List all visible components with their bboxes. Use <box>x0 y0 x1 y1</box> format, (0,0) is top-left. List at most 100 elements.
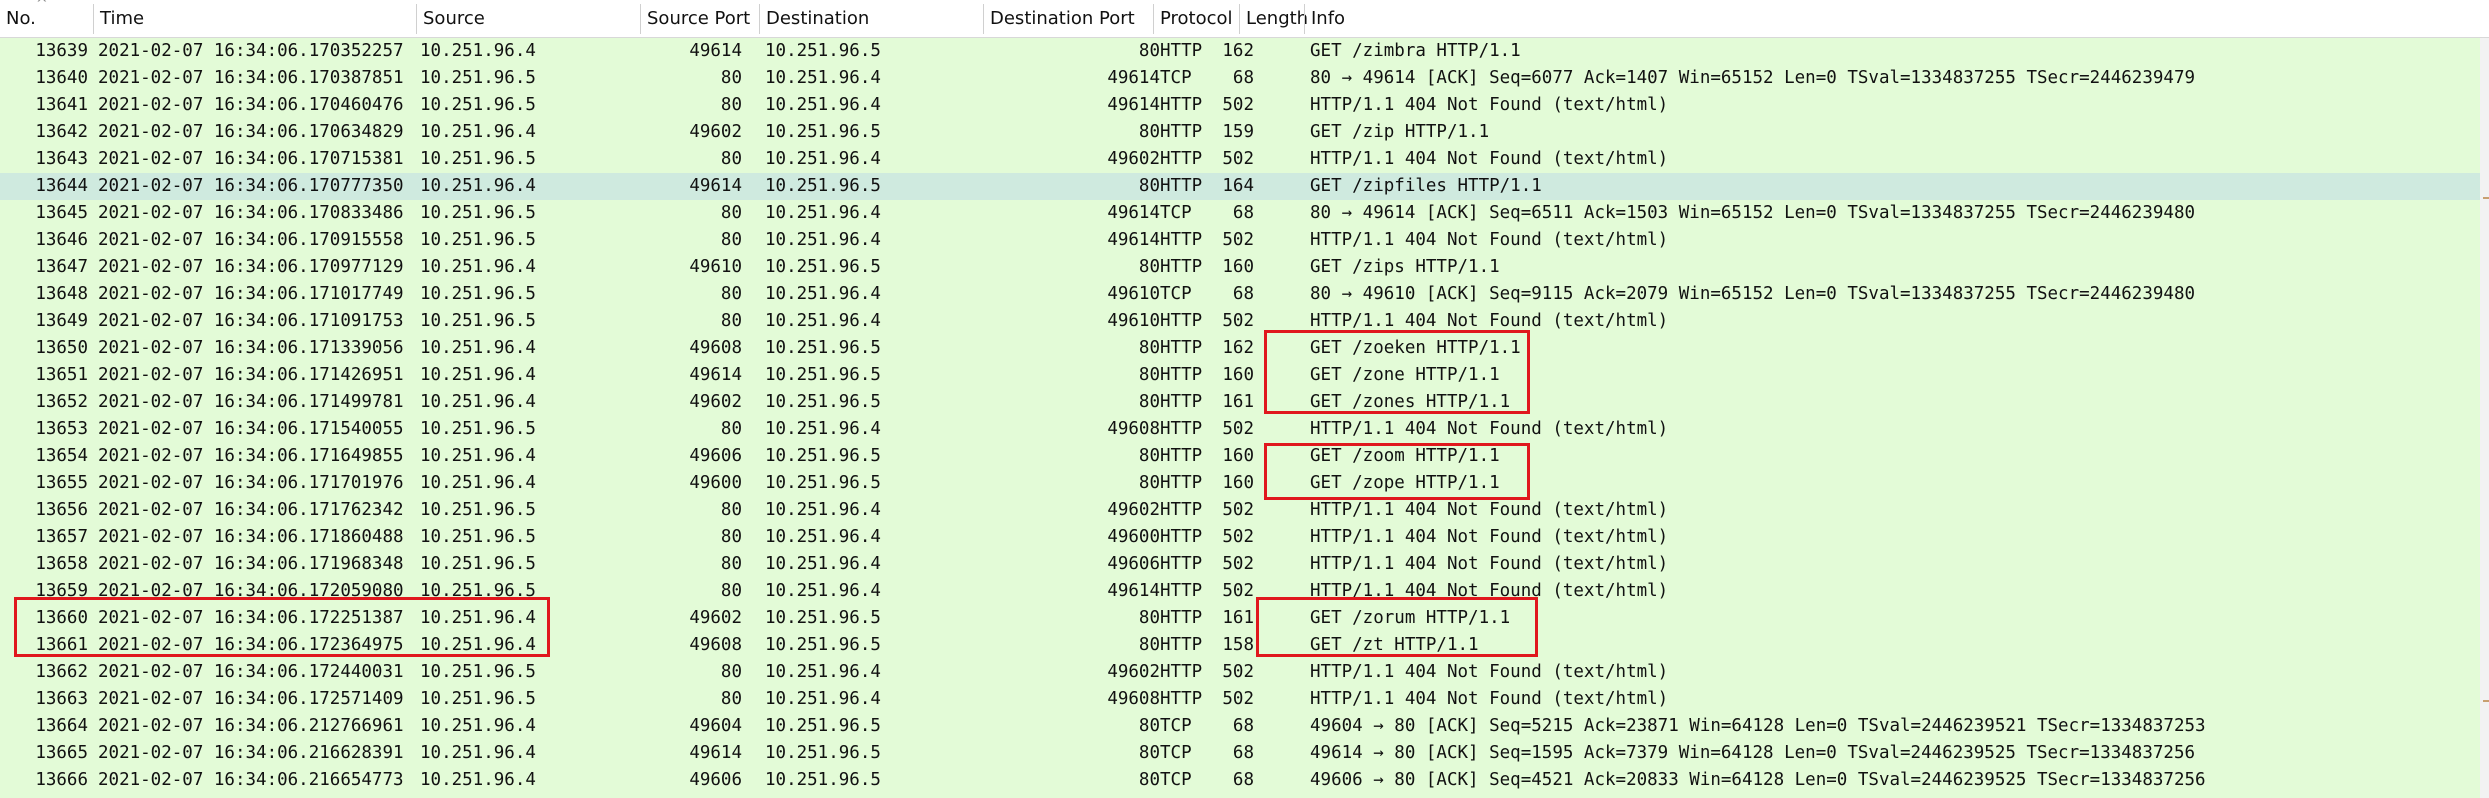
packet-row[interactable]: 13646 2021-02-07 16:34:06.170915558 10.251… <box>0 227 2480 254</box>
column-header-destination[interactable]: Destination <box>760 0 984 37</box>
packet-protocol: HTTP <box>1160 95 1203 115</box>
packet-row[interactable]: 13663 2021-02-07 16:34:06.172571409 10.251… <box>0 686 2480 713</box>
packet-row[interactable]: 13654 2021-02-07 16:34:06.171649855 10.251… <box>0 443 2480 470</box>
packet-length: 68 <box>1232 770 1254 790</box>
packet-number: 13648 <box>35 284 88 304</box>
packet-row[interactable]: 13653 2021-02-07 16:34:06.171540055 10.251… <box>0 416 2480 443</box>
packet-number: 13641 <box>35 95 88 115</box>
packet-protocol: HTTP <box>1160 365 1203 385</box>
packet-destination: 10.251.96.4 <box>765 203 881 223</box>
column-header-source[interactable]: Source <box>417 0 645 37</box>
packet-info: HTTP/1.1 404 Not Found (text/html) <box>1310 554 1669 574</box>
packet-row[interactable]: 13648 2021-02-07 16:34:06.171017749 10.251… <box>0 281 2480 308</box>
packet-destination-port: 80 <box>1138 176 1160 196</box>
packet-row[interactable]: 13649 2021-02-07 16:34:06.171091753 10.251… <box>0 308 2480 335</box>
packet-row[interactable]: 13657 2021-02-07 16:34:06.171860488 10.251… <box>0 524 2480 551</box>
packet-number: 13658 <box>35 554 88 574</box>
packet-row[interactable]: 13652 2021-02-07 16:34:06.171499781 10.251… <box>0 389 2480 416</box>
column-header-destination-port[interactable]: Destination Port <box>984 0 1158 37</box>
packet-info: HTTP/1.1 404 Not Found (text/html) <box>1310 419 1669 439</box>
packet-row[interactable]: 13640 2021-02-07 16:34:06.170387851 10.251… <box>0 65 2480 92</box>
packet-length: 502 <box>1222 500 1254 520</box>
column-header-time[interactable]: Time <box>94 0 416 37</box>
packet-destination-port: 49614 <box>1107 581 1160 601</box>
packet-time: 2021-02-07 16:34:06.171701976 <box>98 473 404 493</box>
packet-destination: 10.251.96.4 <box>765 230 881 250</box>
packet-length: 68 <box>1232 716 1254 736</box>
packet-row[interactable]: 13641 2021-02-07 16:34:06.170460476 10.251… <box>0 92 2480 119</box>
packet-row[interactable]: 13644 2021-02-07 16:34:06.170777350 10.251… <box>0 173 2480 200</box>
packet-protocol: TCP <box>1160 770 1192 790</box>
column-header-info[interactable]: Info <box>1305 0 2485 37</box>
packet-row[interactable]: 13643 2021-02-07 16:34:06.170715381 10.251… <box>0 146 2480 173</box>
packet-destination: 10.251.96.4 <box>765 68 881 88</box>
column-header-length[interactable]: Length <box>1240 0 1308 37</box>
packet-destination-port: 49606 <box>1107 554 1160 574</box>
packet-protocol: HTTP <box>1160 392 1203 412</box>
packet-row[interactable]: 13666 2021-02-07 16:34:06.216654773 10.251… <box>0 767 2480 794</box>
packet-row[interactable]: 13656 2021-02-07 16:34:06.171762342 10.251… <box>0 497 2480 524</box>
column-header-no[interactable]: No. ^ <box>0 0 96 37</box>
packet-source-port: 49608 <box>689 635 742 655</box>
packet-destination: 10.251.96.5 <box>765 338 881 358</box>
packet-info: GET /zimbra HTTP/1.1 <box>1310 41 1521 61</box>
packet-source-port: 49602 <box>689 608 742 628</box>
packet-info: GET /zip HTTP/1.1 <box>1310 122 1490 142</box>
packet-info: GET /zipfiles HTTP/1.1 <box>1310 176 1542 196</box>
packet-destination-port: 80 <box>1138 41 1160 61</box>
packet-time: 2021-02-07 16:34:06.171968348 <box>98 554 404 574</box>
packet-row[interactable]: 13665 2021-02-07 16:34:06.216628391 10.251… <box>0 740 2480 767</box>
packet-number: 13654 <box>35 446 88 466</box>
packet-number: 13644 <box>35 176 88 196</box>
column-header-protocol[interactable]: Protocol <box>1154 0 1240 37</box>
packet-length: 160 <box>1222 446 1254 466</box>
packet-protocol: HTTP <box>1160 662 1203 682</box>
packet-row[interactable]: 13662 2021-02-07 16:34:06.172440031 10.251… <box>0 659 2480 686</box>
packet-destination: 10.251.96.5 <box>765 716 881 736</box>
packet-row[interactable]: 13650 2021-02-07 16:34:06.171339056 10.251… <box>0 335 2480 362</box>
packet-destination-port: 49608 <box>1107 419 1160 439</box>
packet-info: HTTP/1.1 404 Not Found (text/html) <box>1310 230 1669 250</box>
packet-row[interactable]: 13655 2021-02-07 16:34:06.171701976 10.251… <box>0 470 2480 497</box>
packet-length: 160 <box>1222 257 1254 277</box>
packet-time: 2021-02-07 16:34:06.171339056 <box>98 338 404 358</box>
packet-destination: 10.251.96.4 <box>765 95 881 115</box>
packet-source: 10.251.96.4 <box>420 743 536 763</box>
packet-protocol: TCP <box>1160 716 1192 736</box>
vertical-scrollbar[interactable] <box>2480 38 2489 798</box>
packet-row[interactable]: 13645 2021-02-07 16:34:06.170833486 10.251… <box>0 200 2480 227</box>
packet-number: 13653 <box>35 419 88 439</box>
packet-protocol: HTTP <box>1160 257 1203 277</box>
packet-time: 2021-02-07 16:34:06.171762342 <box>98 500 404 520</box>
packet-info: HTTP/1.1 404 Not Found (text/html) <box>1310 95 1669 115</box>
column-header-bar: No. ^ Time Source Source Port Destination… <box>0 0 2489 38</box>
packet-row[interactable]: 13664 2021-02-07 16:34:06.212766961 10.251… <box>0 713 2480 740</box>
packet-number: 13643 <box>35 149 88 169</box>
packet-destination-port: 49600 <box>1107 527 1160 547</box>
packet-length: 502 <box>1222 689 1254 709</box>
packet-source: 10.251.96.4 <box>420 770 536 790</box>
packet-destination-port: 80 <box>1138 635 1160 655</box>
packet-row[interactable]: 13658 2021-02-07 16:34:06.171968348 10.251… <box>0 551 2480 578</box>
packet-time: 2021-02-07 16:34:06.170460476 <box>98 95 404 115</box>
packet-row[interactable]: 13647 2021-02-07 16:34:06.170977129 10.251… <box>0 254 2480 281</box>
packet-row[interactable]: 13651 2021-02-07 16:34:06.171426951 10.251… <box>0 362 2480 389</box>
packet-source-port: 80 <box>720 149 742 169</box>
packet-destination-port: 49610 <box>1107 284 1160 304</box>
highlight-box-packets-13660-13661 <box>14 597 550 657</box>
packet-protocol: HTTP <box>1160 635 1203 655</box>
packet-time: 2021-02-07 16:34:06.170715381 <box>98 149 404 169</box>
packet-destination-port: 80 <box>1138 257 1160 277</box>
packet-destination: 10.251.96.5 <box>765 770 881 790</box>
column-header-source-port[interactable]: Source Port <box>641 0 761 37</box>
packet-destination: 10.251.96.4 <box>765 527 881 547</box>
highlight-box-zorum-zt <box>1256 597 1538 657</box>
packet-destination-port: 80 <box>1138 392 1160 412</box>
packet-info: HTTP/1.1 404 Not Found (text/html) <box>1310 662 1669 682</box>
packet-protocol: TCP <box>1160 284 1192 304</box>
packet-info: 49606 → 80 [ACK] Seq=4521 Ack=20833 Win=… <box>1310 770 2206 790</box>
packet-source-port: 49604 <box>689 716 742 736</box>
packet-row[interactable]: 13642 2021-02-07 16:34:06.170634829 10.251… <box>0 119 2480 146</box>
packet-time: 2021-02-07 16:34:06.170634829 <box>98 122 404 142</box>
packet-row[interactable]: 13639 2021-02-07 16:34:06.170352257 10.251… <box>0 38 2480 65</box>
